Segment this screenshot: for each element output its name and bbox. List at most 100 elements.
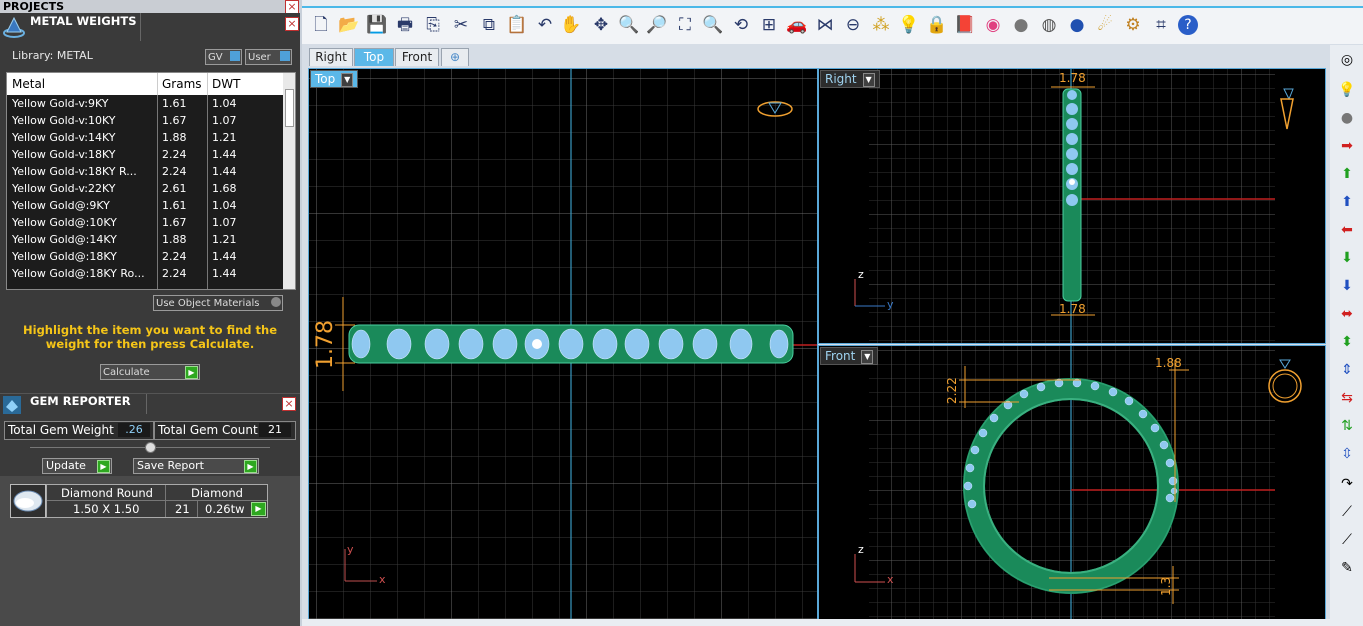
gem-row[interactable]: Diamond Round Diamond 1.50 X 1.50 21 0.2…: [46, 484, 268, 518]
move-icon[interactable]: ✥: [590, 14, 612, 36]
right-dim-bottom: 1.78: [1059, 302, 1086, 316]
scroll-thumb[interactable]: [285, 89, 294, 127]
pan-hand-icon[interactable]: ✋: [560, 14, 582, 36]
tab-front[interactable]: Front: [395, 48, 439, 66]
splitter-handle[interactable]: [145, 442, 156, 453]
save-icon[interactable]: 💾: [366, 14, 388, 36]
grams-cell: 1.61: [162, 199, 187, 212]
zoom-window-icon[interactable]: 🔎: [646, 14, 668, 36]
export-icon[interactable]: ⎘: [422, 14, 444, 36]
save-report-button[interactable]: Save Report ▶: [133, 458, 259, 474]
light-icon[interactable]: 💡: [1338, 81, 1356, 99]
gem-reporter-icon: [3, 396, 21, 414]
scale-blue-icon[interactable]: ⇕: [1338, 361, 1356, 379]
viewport-top[interactable]: Top ▼ 1.78 y x: [308, 68, 818, 620]
panel-divider[interactable]: [300, 0, 302, 626]
table-row[interactable]: Yellow Gold@:14KY 1.88 1.21: [7, 231, 277, 248]
viewport-front-label[interactable]: Front ▼: [820, 347, 879, 365]
user-toggle[interactable]: User: [245, 49, 292, 65]
new-file-icon[interactable]: 🗋: [310, 14, 332, 36]
col-grams[interactable]: Grams: [162, 77, 202, 91]
col-dwt[interactable]: DWT: [212, 77, 240, 91]
cut-icon[interactable]: ✂: [450, 14, 472, 36]
zoom-extents-icon[interactable]: ⛶: [674, 14, 696, 36]
rotate-view-icon[interactable]: ⟲: [730, 14, 752, 36]
blue-sphere-icon[interactable]: ●: [1066, 14, 1088, 36]
layers-icon[interactable]: 📕: [954, 14, 976, 36]
table-row[interactable]: Yellow Gold-v:18KY R... 2.24 1.44: [7, 163, 277, 180]
viewport-right-label[interactable]: Right ▼: [820, 70, 880, 88]
gem-row-play-icon[interactable]: ▶: [251, 502, 266, 516]
projects-close-icon[interactable]: ×: [285, 0, 299, 14]
calculate-button[interactable]: Calculate ▶: [100, 364, 200, 380]
table-row[interactable]: Yellow Gold-v:18KY 2.24 1.44: [7, 146, 277, 163]
points-icon[interactable]: ⁂: [870, 14, 892, 36]
print-icon[interactable]: 🖶: [394, 14, 416, 36]
arrow-right-icon[interactable]: ➡: [1338, 137, 1356, 155]
grams-cell: 2.24: [162, 165, 187, 178]
tab-right[interactable]: Right: [309, 48, 353, 66]
table-row[interactable]: Yellow Gold@:18KY Ro... 2.24 1.44: [7, 265, 277, 282]
scale-vertical-icon[interactable]: ⬍: [1338, 333, 1356, 351]
tab-top[interactable]: Top: [354, 48, 394, 66]
copy-icon[interactable]: ⧉: [478, 14, 500, 36]
squeeze-vertical-icon[interactable]: ⇅: [1338, 417, 1356, 435]
update-button[interactable]: Update ▶: [42, 458, 112, 474]
gem-reporter-close-icon[interactable]: ×: [282, 397, 296, 411]
open-folder-icon[interactable]: 📂: [338, 14, 360, 36]
light-bulb-icon[interactable]: 💡: [898, 14, 920, 36]
spotlight-icon[interactable]: ☄: [1094, 14, 1116, 36]
arrow-down-icon[interactable]: ⬇: [1338, 249, 1356, 267]
car-icon[interactable]: 🚗: [786, 14, 808, 36]
viewport-front[interactable]: Front ▼ 1.88 2.22 1.3 z x: [818, 345, 1326, 620]
dwt-cell: 1.44: [212, 267, 237, 280]
view-cube-icon[interactable]: ◎: [1338, 51, 1356, 69]
axis-h-label: x: [379, 573, 386, 586]
zoom-selected-icon[interactable]: 🔍: [702, 14, 724, 36]
brush-icon[interactable]: ✎: [1338, 559, 1356, 577]
zoom-in-icon[interactable]: 🔍: [618, 14, 640, 36]
gem-total-weight: 0.26tw: [205, 502, 245, 516]
table-row[interactable]: Yellow Gold-v:9KY 1.61 1.04: [7, 95, 277, 112]
metal-table-scrollbar[interactable]: [283, 73, 295, 289]
four-views-icon[interactable]: ⊞: [758, 14, 780, 36]
table-row[interactable]: Yellow Gold@:10KY 1.67 1.07: [7, 214, 277, 231]
table-row[interactable]: Yellow Gold-v:10KY 1.67 1.07: [7, 112, 277, 129]
squeeze-horizontal-icon[interactable]: ⇆: [1338, 389, 1356, 407]
settings-gear-icon[interactable]: ⚙: [1122, 14, 1144, 36]
bend-icon[interactable]: ↷: [1338, 475, 1356, 493]
col-metal[interactable]: Metal: [12, 77, 45, 91]
calculate-label: Calculate: [103, 367, 150, 378]
color-wheel-icon[interactable]: ◉: [982, 14, 1004, 36]
squeeze-blue-icon[interactable]: ⇳: [1338, 445, 1356, 463]
use-object-materials-toggle[interactable]: Use Object Materials: [153, 295, 283, 311]
undo-icon[interactable]: ↶: [534, 14, 556, 36]
metal-weights-close-icon[interactable]: ×: [285, 17, 299, 31]
arrow-left-icon[interactable]: ⬅: [1338, 221, 1356, 239]
material-sphere-icon[interactable]: ●: [1338, 109, 1356, 127]
add-view-icon[interactable]: ⊕: [441, 48, 469, 66]
axis-h-label: x: [887, 573, 894, 586]
scale-horizontal-icon[interactable]: ⬌: [1338, 305, 1356, 323]
snap-icon[interactable]: ⋈: [814, 14, 836, 36]
arrow-up-icon[interactable]: ⬆: [1338, 165, 1356, 183]
gem-reporter-title: GEM REPORTER: [30, 394, 131, 408]
render-sphere-icon[interactable]: ◍: [1038, 14, 1060, 36]
move-down-blue-icon[interactable]: ⬇: [1338, 277, 1356, 295]
lock-icon[interactable]: 🔒: [926, 14, 948, 36]
table-row[interactable]: Yellow Gold-v:22KY 2.61 1.68: [7, 180, 277, 197]
viewport-top-label[interactable]: Top ▼: [310, 70, 359, 88]
move-up-blue-icon[interactable]: ⬆: [1338, 193, 1356, 211]
paste-icon[interactable]: 📋: [506, 14, 528, 36]
line-tool-2-icon[interactable]: ⟋: [1338, 531, 1356, 549]
measure-icon[interactable]: ⊖: [842, 14, 864, 36]
viewport-right[interactable]: Right ▼ 1.78 1.78 z y: [818, 68, 1326, 344]
dimension-tool-icon[interactable]: ⌗: [1150, 14, 1172, 36]
help-icon[interactable]: ?: [1178, 15, 1198, 35]
table-row[interactable]: Yellow Gold@:18KY 2.24 1.44: [7, 248, 277, 265]
gv-toggle[interactable]: GV: [205, 49, 242, 65]
table-row[interactable]: Yellow Gold@:9KY 1.61 1.04: [7, 197, 277, 214]
line-tool-icon[interactable]: ⟋: [1338, 503, 1356, 521]
table-row[interactable]: Yellow Gold-v:14KY 1.88 1.21: [7, 129, 277, 146]
shade-sphere-icon[interactable]: ●: [1010, 14, 1032, 36]
